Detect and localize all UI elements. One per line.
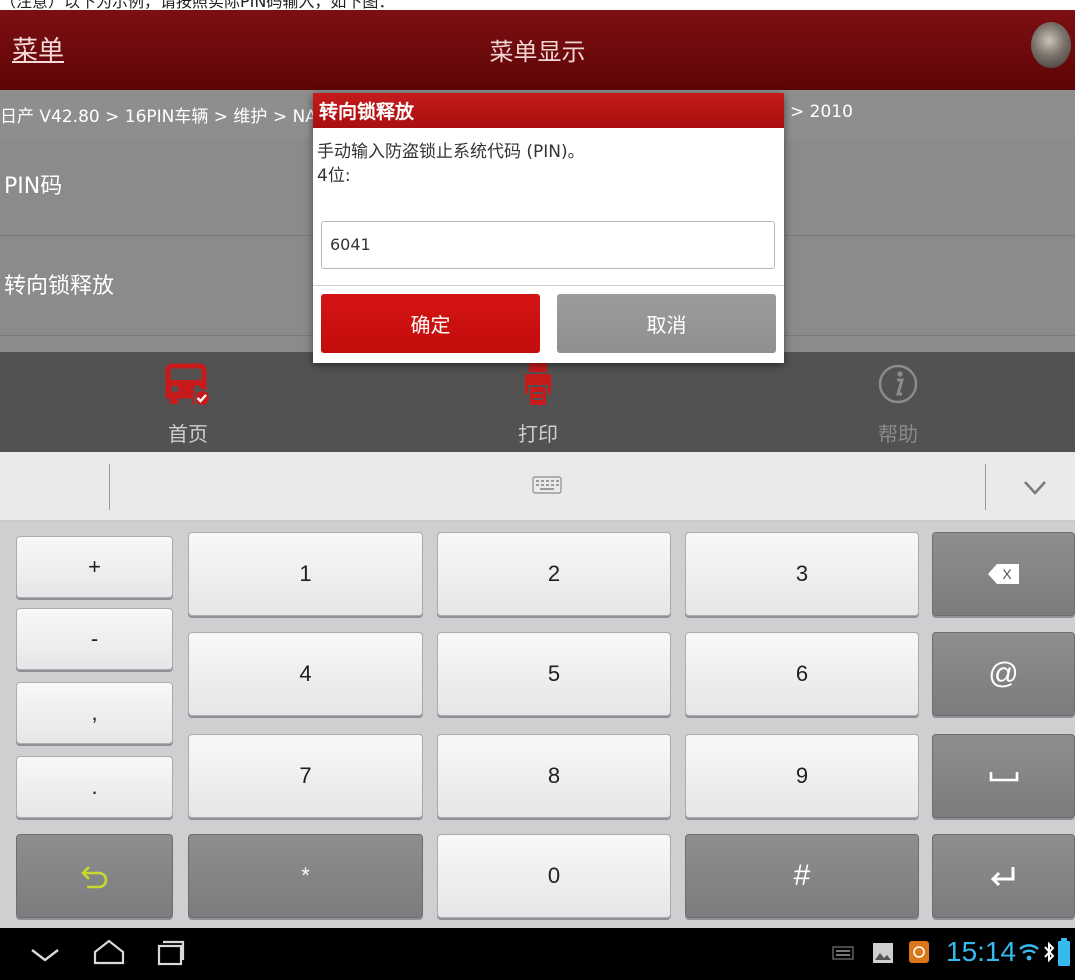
key-label: # <box>793 859 811 892</box>
enter-key[interactable] <box>932 834 1075 918</box>
key-comma[interactable]: , <box>16 682 173 744</box>
divider <box>985 464 986 510</box>
keyboard-icon[interactable] <box>532 474 562 496</box>
gallery-icon <box>873 943 893 963</box>
key-label: 4 <box>299 661 312 686</box>
backspace-icon: X <box>987 564 1019 584</box>
key-label: 3 <box>795 561 809 586</box>
wifi-icon <box>1019 944 1039 961</box>
info-icon <box>878 364 918 404</box>
space-key[interactable] <box>932 734 1075 818</box>
breadcrumb-path: 日产 V42.80 > 16PIN车辆 > 维护 > NATS <box>0 107 337 127</box>
numeric-keyboard: + - , . 1 2 3 4 5 6 7 8 9 * 0 # X @ <box>0 522 1075 928</box>
bluetooth-icon <box>1044 941 1055 963</box>
divider <box>109 464 110 510</box>
divider <box>313 285 784 286</box>
key-label: 2 <box>547 561 561 586</box>
key-label: 6 <box>795 661 809 686</box>
printer-icon <box>525 362 551 407</box>
dialog-message: 手动输入防盗锁止系统代码 (PIN)。 <box>317 142 585 162</box>
key-plus[interactable]: + <box>16 536 173 598</box>
list-item-label: PIN码 <box>4 174 63 199</box>
key-asterisk[interactable]: * <box>188 834 423 918</box>
key-2[interactable]: 2 <box>437 532 671 616</box>
pin-input[interactable]: 6041 <box>321 221 775 269</box>
key-8[interactable]: 8 <box>437 734 671 818</box>
avatar[interactable] <box>1031 22 1071 68</box>
svg-text:X: X <box>1002 566 1012 582</box>
help-button[interactable]: 帮助 <box>818 358 978 447</box>
key-hash[interactable]: # <box>685 834 919 918</box>
breadcrumb-path-end: > 2010 <box>790 102 853 122</box>
steering-lock-release-dialog: 转向锁释放 手动输入防盗锁止系统代码 (PIN)。 4位: 6041 确定 取消 <box>313 93 784 363</box>
home-button[interactable]: 首页 <box>108 358 268 447</box>
key-5[interactable]: 5 <box>437 632 671 716</box>
dialog-message-hint: 4位: <box>317 166 351 186</box>
app-header: 菜单 菜单显示 <box>0 10 1075 90</box>
print-label: 打印 <box>518 422 558 446</box>
bottom-toolbar: 首页 打印 帮助 <box>0 352 1075 452</box>
undo-icon <box>80 866 107 889</box>
home-nav-icon[interactable] <box>92 938 126 966</box>
key-label: . <box>91 774 98 799</box>
key-4[interactable]: 4 <box>188 632 423 716</box>
key-label: 7 <box>299 763 312 788</box>
dialog-title: 转向锁释放 <box>319 101 415 123</box>
delete-key[interactable]: X <box>932 532 1075 616</box>
key-at[interactable]: @ <box>932 632 1075 716</box>
key-9[interactable]: 9 <box>685 734 919 818</box>
list-item-label: 转向锁释放 <box>4 274 115 299</box>
help-label: 帮助 <box>878 422 918 446</box>
key-label: + <box>88 554 101 579</box>
clock: 15:14 <box>946 936 1017 967</box>
home-label: 首页 <box>168 422 208 446</box>
keyboard-status-icon <box>832 946 854 960</box>
key-label: 0 <box>547 863 561 888</box>
recent-apps-icon[interactable] <box>156 940 186 966</box>
app-notification-icon <box>909 941 929 963</box>
chevron-down-icon[interactable] <box>28 942 62 966</box>
confirm-button[interactable]: 确定 <box>321 294 540 353</box>
top-caption-strip: （注意）以下为示例，请按照实际PIN码输入，如下图： <box>0 0 1075 10</box>
undo-key[interactable] <box>16 834 173 918</box>
key-label: 1 <box>299 561 312 586</box>
key-label: , <box>91 700 98 725</box>
key-label: * <box>301 863 310 888</box>
key-label: - <box>90 626 99 651</box>
key-3[interactable]: 3 <box>685 532 919 616</box>
key-period[interactable]: . <box>16 756 173 818</box>
print-button[interactable]: 打印 <box>458 358 618 447</box>
page-title: 菜单显示 <box>489 38 586 66</box>
keyboard-top-bar <box>0 452 1075 522</box>
key-7[interactable]: 7 <box>188 734 423 818</box>
key-label: @ <box>988 657 1019 690</box>
key-label: 8 <box>547 763 561 788</box>
enter-icon <box>990 867 1014 887</box>
key-label: 9 <box>795 763 809 788</box>
key-0[interactable]: 0 <box>437 834 671 918</box>
battery-icon <box>1058 938 1070 966</box>
car-icon <box>165 363 211 407</box>
system-nav-bar: 15:14 <box>0 928 1075 980</box>
top-caption: （注意）以下为示例，请按照实际PIN码输入，如下图： <box>0 0 395 10</box>
chevron-down-icon[interactable] <box>1020 472 1050 502</box>
key-6[interactable]: 6 <box>685 632 919 716</box>
space-icon <box>989 772 1018 782</box>
key-1[interactable]: 1 <box>188 532 423 616</box>
key-label: 5 <box>547 661 561 686</box>
key-minus[interactable]: - <box>16 608 173 670</box>
dialog-header: 转向锁释放 <box>313 93 784 128</box>
cancel-button[interactable]: 取消 <box>557 294 776 353</box>
